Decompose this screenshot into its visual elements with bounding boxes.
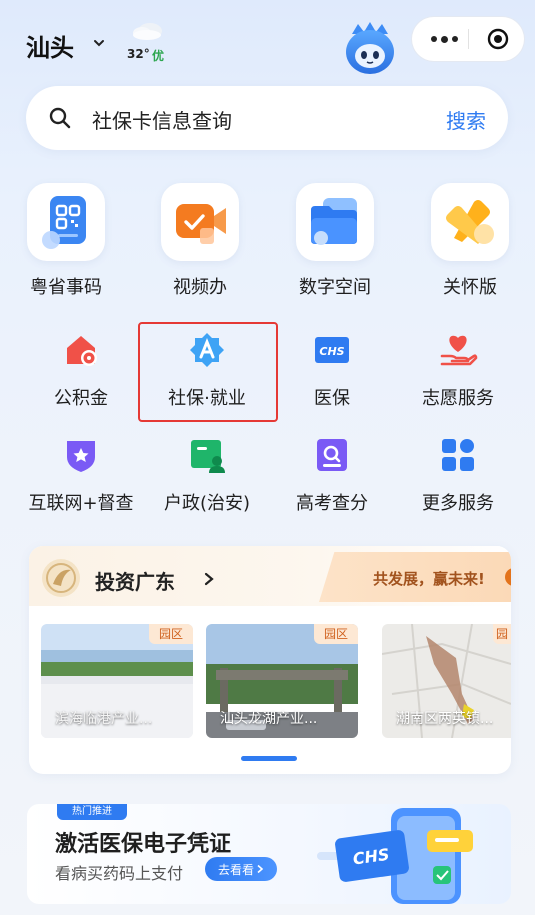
mini-program-capsule: [412, 17, 524, 61]
park-name: 潮南区两英镇...: [396, 711, 494, 727]
search-icon: [49, 107, 71, 129]
city-selector[interactable]: 汕头: [26, 28, 74, 63]
service-household-registration[interactable]: 户政(治安): [142, 435, 272, 515]
temperature: 32°: [127, 47, 150, 61]
service-label: 视频办: [173, 277, 227, 298]
medical-insurance-phone-illustration: CHS: [317, 808, 473, 904]
service-gaokao-score[interactable]: 高考查分: [267, 435, 397, 515]
heart-hand-icon: [440, 335, 478, 366]
air-quality: 优: [152, 49, 165, 63]
more-options-icon[interactable]: [420, 17, 468, 61]
park-tag: 园区: [314, 624, 358, 644]
service-label: 更多服务: [422, 493, 494, 514]
video-camera-icon: [161, 183, 239, 261]
service-internet-inspection[interactable]: 互联网+督查: [16, 435, 146, 515]
service-housing-fund[interactable]: 公积金: [16, 330, 146, 410]
service-more[interactable]: 更多服务: [393, 435, 523, 515]
park-tag: 园区: [493, 624, 511, 644]
park-card[interactable]: 园区 滨海临港产业...: [41, 624, 193, 738]
service-medical-insurance[interactable]: CHS 医保: [267, 330, 397, 410]
chs-icon: CHS: [315, 337, 349, 363]
park-name: 汕头龙湖产业...: [220, 711, 318, 727]
service-label: 公积金: [54, 388, 108, 409]
invest-slogan: 共发展，赢未来!: [373, 570, 485, 588]
banner-go-button[interactable]: 去看看: [205, 857, 277, 881]
cloud-icon: [133, 23, 162, 40]
svg-text:CHS: CHS: [319, 345, 344, 358]
invest-guangdong-card: 投资广东 共发展，赢未来! 园区 滨海临港产业... 园区 汕头龙湖产业... …: [29, 546, 511, 774]
carousel-indicator: [241, 756, 297, 761]
highlight-box: [138, 322, 278, 422]
mascot-icon[interactable]: [340, 20, 400, 76]
folder-stack-icon: [296, 183, 374, 261]
house-fund-icon: [67, 336, 97, 366]
chevron-right-icon: [257, 864, 264, 874]
service-label: 数字空间: [299, 277, 371, 298]
chevron-down-icon[interactable]: [92, 36, 106, 50]
shield-star-icon: [67, 441, 95, 472]
care-ribbon-icon: [431, 183, 509, 261]
service-care-mode[interactable]: 关怀版: [410, 183, 530, 299]
exam-search-icon: [317, 439, 347, 471]
service-video[interactable]: 视频办: [140, 183, 260, 299]
close-icon[interactable]: [476, 17, 520, 61]
service-yueshengshi-code[interactable]: 粤省事码: [6, 183, 126, 299]
park-tag: 园区: [149, 624, 193, 644]
service-label: 粤省事码: [30, 277, 102, 298]
service-label: 医保: [314, 388, 350, 409]
grid-more-icon: [442, 439, 474, 471]
service-label: 高考查分: [296, 493, 368, 514]
invest-logo-icon: [42, 559, 80, 597]
qr-code-icon: [27, 183, 105, 261]
service-label: 志愿服务: [422, 388, 494, 409]
banner-tag: 热门推进: [57, 804, 127, 820]
park-name: 滨海临港产业...: [55, 711, 153, 727]
promo-banner[interactable]: 热门推进 激活医保电子凭证 看病买药码上支付 去看看 CHS: [27, 804, 511, 904]
park-card[interactable]: 园区 汕头龙湖产业...: [206, 624, 358, 738]
service-volunteer[interactable]: 志愿服务: [393, 330, 523, 410]
service-digital-space[interactable]: 数字空间: [275, 183, 395, 299]
search-button[interactable]: 搜索: [446, 105, 486, 134]
arrow-right-icon: [505, 568, 511, 586]
search-bar[interactable]: 社保卡信息查询 搜索: [26, 86, 508, 150]
search-input[interactable]: 社保卡信息查询: [92, 105, 232, 134]
park-card[interactable]: 园区 潮南区两英镇...: [382, 624, 511, 738]
banner-button-label: 去看看: [217, 862, 254, 877]
invest-slogan-badge[interactable]: 共发展，赢未来!: [319, 552, 511, 602]
capsule-divider: [468, 29, 469, 49]
household-id-icon: [191, 440, 225, 473]
banner-subtitle: 看病买药码上支付: [55, 864, 184, 883]
service-label: 互联网+督查: [28, 493, 134, 514]
invest-header[interactable]: 投资广东 共发展，赢未来!: [29, 546, 511, 606]
service-label: 户政(治安): [163, 493, 251, 514]
chevron-right-icon: [204, 572, 214, 586]
invest-title: 投资广东: [95, 570, 175, 594]
service-label: 关怀版: [443, 277, 497, 298]
banner-title: 激活医保电子凭证: [55, 832, 232, 857]
